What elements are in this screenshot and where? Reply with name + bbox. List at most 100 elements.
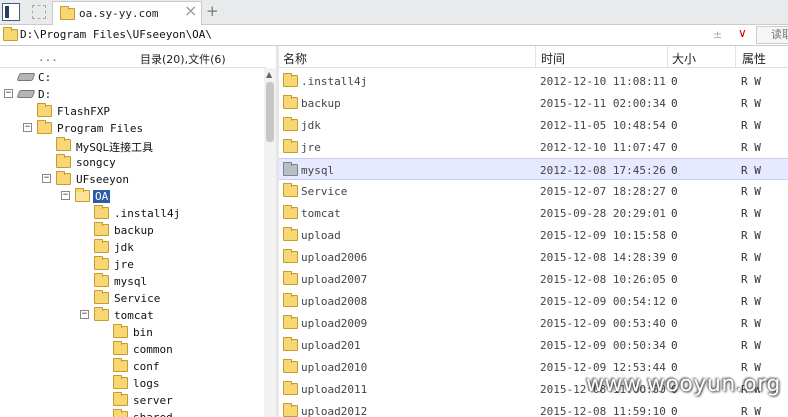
file-name: jdk: [301, 119, 321, 132]
encoding-icon[interactable]: ±: [713, 28, 722, 41]
file-row[interactable]: upload2006 2015-12-08 14:28:39 0 R W: [279, 246, 788, 268]
close-tab-icon[interactable]: ×: [184, 3, 197, 19]
file-size: 0: [671, 207, 678, 220]
file-name: upload2008: [301, 295, 368, 308]
file-name: upload2012: [301, 405, 368, 417]
chevron-down-icon[interactable]: ∨: [738, 26, 747, 40]
file-time: 2012-12-08 17:45:26: [540, 164, 666, 177]
tree-collapse-icon[interactable]: −: [80, 310, 89, 319]
folder-icon: [94, 239, 109, 253]
file-row[interactable]: upload2012 2015-12-08 11:59:10 0 R W: [279, 400, 788, 417]
panel-toggle-icon[interactable]: [2, 3, 20, 21]
scroll-up-icon[interactable]: ▲: [266, 70, 272, 79]
file-time: 2015-12-08 11:59:10: [540, 405, 666, 417]
tree-node-label: jre: [114, 258, 134, 271]
column-name[interactable]: 名称: [283, 50, 307, 67]
file-attr: R W: [741, 185, 761, 198]
file-time: 2015-12-07 18:28:27: [540, 185, 666, 198]
tree-node-label: mysql: [114, 275, 148, 288]
file-row[interactable]: jdk 2012-11-05 10:48:54 0 R W: [279, 114, 788, 136]
new-tab-icon[interactable]: +: [206, 3, 219, 19]
folder-icon: [283, 205, 298, 219]
file-row[interactable]: mysql 2012-12-08 17:45:26 0 R W: [279, 158, 788, 180]
file-row[interactable]: Service 2015-12-07 18:28:27 0 R W: [279, 180, 788, 202]
file-attr: R W: [741, 295, 761, 308]
file-time: 2015-09-28 20:29:01: [540, 207, 666, 220]
folder-icon: [283, 139, 298, 153]
file-time: 2012-11-05 10:48:54: [540, 119, 666, 132]
file-name: .install4j: [301, 75, 368, 88]
file-time: 2015-12-09 00:50:34: [540, 339, 666, 352]
folder-icon: [283, 73, 298, 87]
file-row[interactable]: upload201 2015-12-09 00:50:34 0 R W: [279, 334, 788, 356]
tree-parent-dots[interactable]: ...: [38, 51, 58, 64]
column-time[interactable]: 时间: [541, 50, 565, 67]
file-name: upload: [301, 229, 341, 242]
blank-tab-icon[interactable]: [32, 5, 46, 19]
tree-node-label: .install4j: [114, 207, 181, 220]
file-name: Service: [301, 185, 348, 198]
file-name: backup: [301, 97, 341, 110]
tree-collapse-icon[interactable]: −: [23, 123, 32, 132]
tree-collapse-icon[interactable]: −: [61, 191, 70, 200]
column-divider[interactable]: [535, 46, 536, 68]
file-row[interactable]: upload 2015-12-09 10:15:58 0 R W: [279, 224, 788, 246]
file-time: 2012-12-10 11:07:47: [540, 141, 666, 154]
tree-scrollbar[interactable]: ▲: [264, 68, 276, 417]
file-size: 0: [671, 229, 678, 242]
tree-scroll-thumb[interactable]: [266, 82, 274, 142]
file-time: 2012-12-10 11:08:11: [540, 75, 666, 88]
read-button[interactable]: 读取: [756, 26, 788, 44]
folder-icon: [113, 358, 128, 372]
address-bar: D:\Program Files\UFseeyon\OA\ ± ∨ 读取: [0, 25, 788, 46]
file-attr: R W: [741, 405, 761, 417]
column-divider[interactable]: [667, 46, 668, 68]
file-row[interactable]: upload2008 2015-12-09 00:54:12 0 R W: [279, 290, 788, 312]
tree-collapse-icon[interactable]: −: [42, 174, 51, 183]
file-time: 2015-12-08 14:28:39: [540, 251, 666, 264]
file-row[interactable]: backup 2015-12-11 02:00:34 0 R W: [279, 92, 788, 114]
folder-icon: [94, 290, 109, 304]
tree-node-label: backup: [114, 224, 154, 237]
file-size: 0: [671, 273, 678, 286]
file-row[interactable]: tomcat 2015-09-28 20:29:01 0 R W: [279, 202, 788, 224]
folder-icon: [113, 324, 128, 338]
folder-icon: [283, 271, 298, 285]
tab-active[interactable]: oa.sy-yy.com: [52, 1, 202, 25]
path-input[interactable]: D:\Program Files\UFseeyon\OA\: [20, 28, 212, 41]
column-attr[interactable]: 属性: [742, 50, 766, 67]
tree-node-label: D:: [38, 88, 52, 101]
file-size: 0: [671, 141, 678, 154]
tree-node-label: Service: [114, 292, 161, 305]
tab-bar: oa.sy-yy.com × +: [0, 0, 788, 25]
file-row[interactable]: jre 2012-12-10 11:07:47 0 R W: [279, 136, 788, 158]
file-attr: R W: [741, 251, 761, 264]
file-row[interactable]: upload2007 2015-12-08 10:26:05 0 R W: [279, 268, 788, 290]
folder-icon: [283, 183, 298, 197]
file-attr: R W: [741, 207, 761, 220]
drive-icon: [16, 90, 36, 98]
column-size[interactable]: 大小: [672, 50, 696, 67]
tab-title: oa.sy-yy.com: [79, 7, 159, 20]
file-size: 0: [671, 164, 678, 177]
tree-node-label: jdk: [114, 241, 134, 254]
folder-icon: [94, 307, 109, 321]
folder-icon: [37, 120, 52, 134]
tree-collapse-icon[interactable]: −: [4, 89, 13, 98]
file-name: upload2007: [301, 273, 368, 286]
file-row[interactable]: .install4j 2012-12-10 11:08:11 0 R W: [279, 70, 788, 92]
file-time: 2015-12-09 00:54:12: [540, 295, 666, 308]
file-row[interactable]: upload2009 2015-12-09 00:53:40 0 R W: [279, 312, 788, 334]
file-name: jre: [301, 141, 321, 154]
file-size: 0: [671, 75, 678, 88]
folder-icon: [283, 381, 298, 395]
column-divider[interactable]: [735, 46, 736, 68]
tree-node-label: bin: [133, 326, 153, 339]
folder-icon: [60, 6, 75, 20]
folder-icon: [283, 227, 298, 241]
directory-tree: C: − D: FlashFXP − Program Files MySQL连接工具 song…: [0, 68, 264, 417]
folder-icon: [113, 341, 128, 355]
folder-icon: [283, 162, 298, 176]
file-time: 2015-12-09 00:53:40: [540, 317, 666, 330]
folder-icon: [283, 95, 298, 109]
